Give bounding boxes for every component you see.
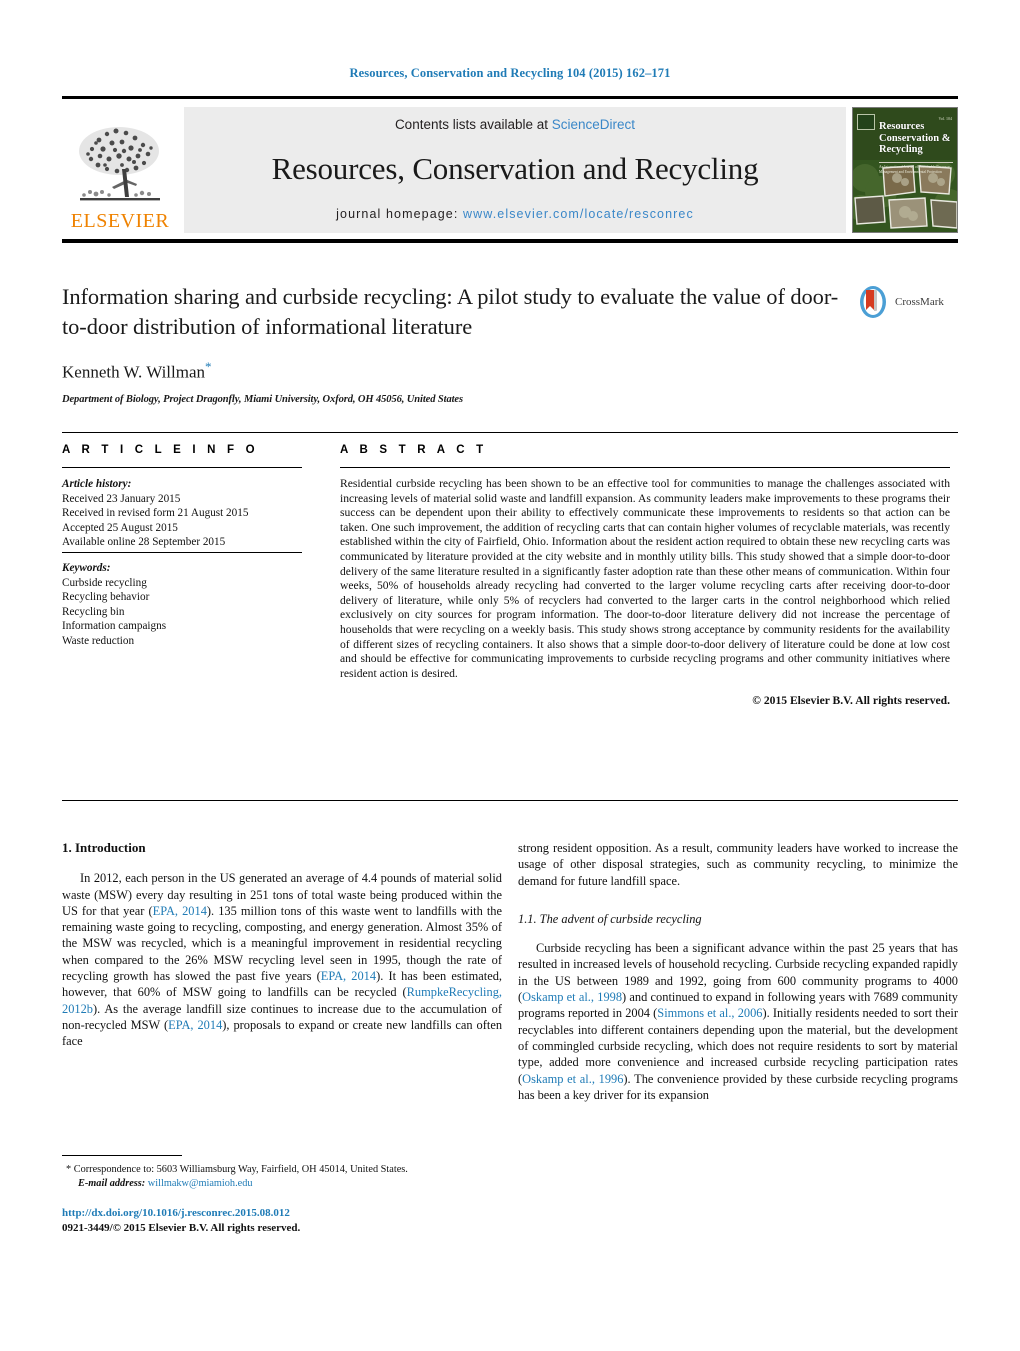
citation-link[interactable]: Oskamp et al., 1998 bbox=[522, 990, 622, 1004]
abstract-rule bbox=[340, 467, 950, 468]
article-history-label: Article history: bbox=[62, 478, 132, 490]
email-line: E-mail address: willmakw@miamioh.edu bbox=[62, 1177, 502, 1191]
journal-masthead: ELSEVIER Contents lists available at Sci… bbox=[62, 96, 958, 243]
elsevier-tree-icon bbox=[79, 127, 160, 201]
keyword-item: Waste reduction bbox=[62, 634, 135, 647]
journal-title: Resources, Conservation and Recycling bbox=[271, 150, 759, 186]
history-item: Accepted 25 August 2015 bbox=[62, 521, 178, 534]
citation-link[interactable]: Simmons et al., 2006 bbox=[657, 1006, 762, 1020]
doi-link[interactable]: http://dx.doi.org/10.1016/j.resconrec.20… bbox=[62, 1206, 582, 1221]
footnote-divider bbox=[62, 1155, 182, 1156]
elsevier-wordmark: ELSEVIER bbox=[70, 210, 170, 232]
section-divider-top bbox=[62, 432, 958, 433]
correspondence-line: * Correspondence to: 5603 Williamsburg W… bbox=[62, 1163, 502, 1177]
intro-paragraph: In 2012, each person in the US generated… bbox=[62, 870, 502, 1049]
email-link[interactable]: willmakw@miamioh.edu bbox=[148, 1178, 253, 1189]
history-item: Available online 28 September 2015 bbox=[62, 536, 226, 549]
title-block: Information sharing and curbside recycli… bbox=[62, 282, 852, 405]
abstract-text: Residential curbside recycling has been … bbox=[340, 477, 950, 680]
author-affiliation: Department of Biology, Project Dragonfly… bbox=[62, 393, 463, 405]
article-info-heading: A R T I C L E I N F O bbox=[62, 444, 259, 456]
corresponding-author-marker[interactable]: * bbox=[205, 359, 212, 374]
keywords-label: Keywords: bbox=[62, 562, 111, 574]
intro-paragraph-continuation: strong resident opposition. As a result,… bbox=[518, 841, 958, 888]
keyword-item: Recycling bin bbox=[62, 605, 125, 618]
citation-link[interactable]: EPA, 2014 bbox=[168, 1018, 222, 1032]
history-item: Received in revised form 21 August 2015 bbox=[62, 507, 249, 520]
subsection-heading-advent: 1.1. The advent of curbside recycling bbox=[518, 911, 702, 926]
page-footer: http://dx.doi.org/10.1016/j.resconrec.20… bbox=[62, 1206, 582, 1235]
journal-homepage-line: journal homepage: www.elsevier.com/locat… bbox=[184, 207, 846, 221]
footnote-marker: * bbox=[66, 1164, 72, 1175]
keyword-item: Recycling behavior bbox=[62, 591, 150, 604]
crossmark-label: CrossMark bbox=[895, 296, 944, 308]
author-line: Kenneth W. Willman* bbox=[62, 359, 852, 383]
abstract-heading: A B S T R A C T bbox=[340, 444, 488, 456]
sciencedirect-link[interactable]: ScienceDirect bbox=[552, 117, 635, 132]
abstract-copyright: © 2015 Elsevier B.V. All rights reserved… bbox=[752, 694, 950, 708]
running-head: Resources, Conservation and Recycling 10… bbox=[349, 66, 671, 80]
journal-article-page: Resources, Conservation and Recycling 10… bbox=[0, 0, 1020, 1351]
homepage-url-link[interactable]: www.elsevier.com/locate/resconrec bbox=[463, 207, 694, 221]
keywords-block: Keywords: Curbside recycling Recycling b… bbox=[62, 561, 302, 649]
citation-link[interactable]: EPA, 2014 bbox=[153, 904, 207, 918]
cover-publisher-badge bbox=[857, 114, 875, 130]
section-heading-introduction: 1. Introduction bbox=[62, 840, 146, 855]
page-title: Information sharing and curbside recycli… bbox=[62, 284, 839, 339]
subsection-paragraph: Curbside recycling has been a significan… bbox=[518, 940, 958, 1103]
history-item: Received 23 January 2015 bbox=[62, 492, 181, 505]
correspondence-text: Correspondence to: 5603 Williamsburg Way… bbox=[73, 1164, 408, 1175]
journal-cover-thumbnail: Vol. 104 Resources Conservation & Recycl… bbox=[852, 107, 958, 233]
author-name: Kenneth W. Willman bbox=[62, 362, 206, 382]
section-divider-bottom bbox=[62, 800, 958, 801]
crossmark-icon[interactable] bbox=[856, 285, 890, 319]
citation-link[interactable]: EPA, 2014 bbox=[321, 969, 376, 983]
body-column-right: strong resident opposition. As a result,… bbox=[518, 840, 958, 1103]
correspondence-footnote: * Correspondence to: 5603 Williamsburg W… bbox=[62, 1155, 502, 1190]
elsevier-logo: ELSEVIER bbox=[62, 107, 178, 233]
masthead-center-panel: Contents lists available at ScienceDirec… bbox=[184, 107, 846, 233]
article-history-block: Article history: Received 23 January 201… bbox=[62, 477, 302, 550]
keyword-item: Curbside recycling bbox=[62, 576, 147, 589]
body-column-left: 1. Introduction In 2012, each person in … bbox=[62, 840, 502, 1050]
homepage-prefix: journal homepage: bbox=[336, 207, 463, 221]
issn-copyright-line: 0921-3449/© 2015 Elsevier B.V. All right… bbox=[62, 1221, 301, 1234]
article-info-rule bbox=[62, 467, 302, 468]
cover-title: Resources Conservation & Recycling bbox=[879, 121, 951, 155]
contents-prefix: Contents lists available at bbox=[394, 117, 552, 132]
crossmark-badge[interactable]: CrossMark bbox=[856, 285, 944, 319]
keyword-item: Information campaigns bbox=[62, 620, 167, 633]
cover-subtitle: An International Journal of Sustainable … bbox=[879, 162, 953, 175]
keywords-rule bbox=[62, 552, 302, 553]
abstract-block: Residential curbside recycling has been … bbox=[340, 477, 950, 709]
citation-link[interactable]: Oskamp et al., 1996 bbox=[522, 1072, 623, 1086]
email-label: E-mail address: bbox=[78, 1177, 146, 1189]
contents-list-line: Contents lists available at ScienceDirec… bbox=[184, 117, 846, 132]
